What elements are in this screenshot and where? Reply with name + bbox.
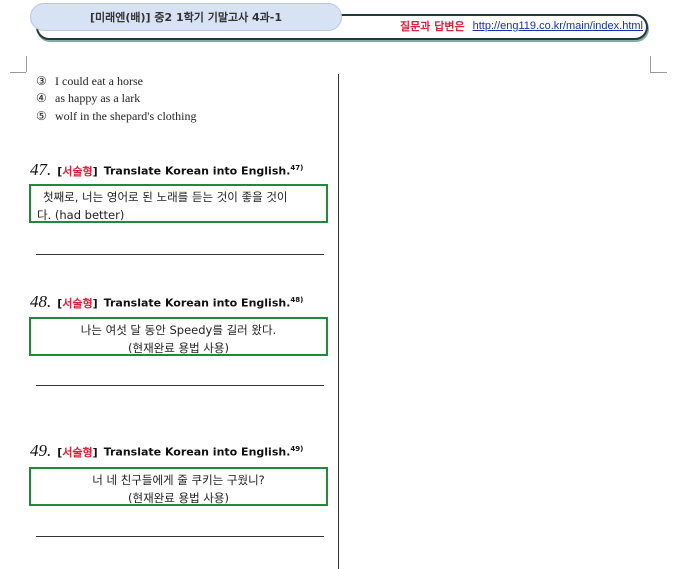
question-prompt-box: 너 네 친구들에게 줄 쿠키는 구웠니? (현재완료 용법 사용) — [29, 467, 328, 506]
option-item: ③ I could eat a horse — [36, 74, 143, 89]
crop-mark — [10, 56, 26, 73]
option-number: ⑤ — [36, 109, 47, 123]
option-item: ④ as happy as a lark — [36, 91, 140, 106]
footnote-ref: 49) — [290, 445, 304, 454]
prompt-line: 다. (had better) — [37, 208, 125, 222]
question-title: Translate Korean into English.49) — [103, 445, 304, 459]
question-title: Translate Korean into English.48) — [103, 296, 304, 310]
prompt-line: 첫째로, 너는 영어로 된 노래를 듣는 것이 좋을 것이 — [43, 190, 288, 204]
question-type: [서술형] — [57, 446, 98, 459]
option-item: ⑤ wolf in the shepard's clothing — [36, 109, 196, 124]
prompt-line: 너 네 친구들에게 줄 쿠키는 구웠니? — [92, 473, 265, 487]
prompt-line: 나는 여섯 달 동안 Speedy를 길러 왔다. — [80, 323, 277, 337]
answer-line — [36, 536, 324, 537]
worksheet-title: [미래엔(배)] 중2 1학기 기말고사 4과-1 — [30, 3, 342, 31]
question-type: [서술형] — [57, 165, 98, 178]
prompt-line: (현재완료 용법 사용) — [128, 341, 229, 355]
prompt-line: (현재완료 용법 사용) — [128, 491, 229, 505]
option-text: as happy as a lark — [55, 91, 141, 105]
question-header: 49. [서술형] Translate Korean into English.… — [30, 441, 303, 461]
option-text: I could eat a horse — [55, 74, 143, 88]
crop-mark — [26, 56, 28, 72]
question-number: 48. — [30, 292, 52, 311]
qa-label: 질문과 답변은 — [400, 20, 465, 33]
worksheet-page: [미래엔(배)] 중2 1학기 기말고사 4과-1 질문과 답변은 http:/… — [0, 0, 683, 569]
qa-info: 질문과 답변은 http://eng119.co.kr/main/index.h… — [400, 18, 643, 34]
question-prompt-box: 첫째로, 너는 영어로 된 노래를 듣는 것이 좋을 것이 다. (had be… — [29, 184, 328, 223]
question-title: Translate Korean into English.47) — [103, 164, 304, 178]
question-prompt-box: 나는 여섯 달 동안 Speedy를 길러 왔다. (현재완료 용법 사용) — [29, 317, 328, 356]
question-number: 49. — [30, 441, 52, 460]
option-text: wolf in the shepard's clothing — [55, 109, 197, 123]
answer-line — [36, 254, 324, 255]
answer-line — [36, 385, 324, 386]
footnote-ref: 48) — [290, 296, 304, 305]
column-divider — [338, 74, 339, 569]
question-header: 47. [서술형] Translate Korean into English.… — [30, 160, 303, 180]
footnote-ref: 47) — [290, 164, 304, 173]
question-type: [서술형] — [57, 297, 98, 310]
option-number: ④ — [36, 91, 47, 105]
crop-mark — [650, 56, 667, 73]
question-header: 48. [서술형] Translate Korean into English.… — [30, 292, 303, 312]
qa-link[interactable]: http://eng119.co.kr/main/index.html — [473, 20, 643, 32]
option-number: ③ — [36, 74, 47, 88]
question-number: 47. — [30, 160, 52, 179]
